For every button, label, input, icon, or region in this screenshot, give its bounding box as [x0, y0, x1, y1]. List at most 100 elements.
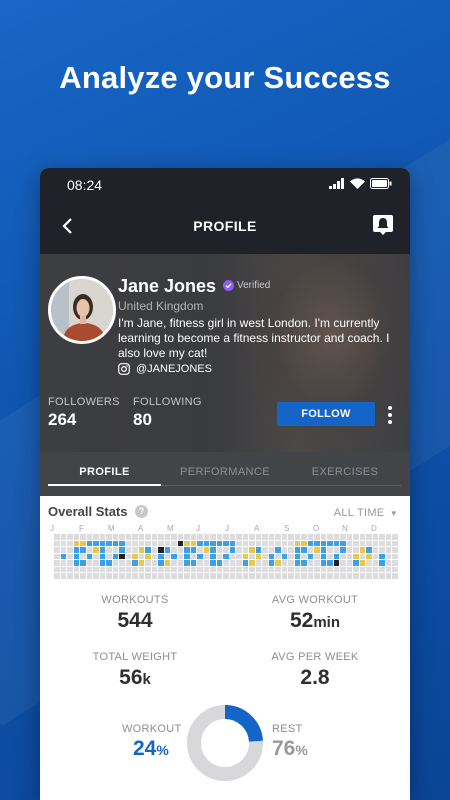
- heatmap-cell: [132, 560, 138, 566]
- heatmap-cell: [132, 534, 138, 540]
- heatmap-cell: [125, 540, 131, 546]
- heatmap-cell: [275, 534, 281, 540]
- heatmap-cell: [314, 547, 320, 553]
- heatmap-cell: [73, 534, 79, 540]
- heatmap-cell: [197, 573, 203, 579]
- time-range-label: ALL TIME: [333, 507, 385, 519]
- heatmap-cell: [86, 553, 92, 559]
- heatmap-cell: [275, 547, 281, 553]
- heatmap-cell: [190, 553, 196, 559]
- month-label: J: [225, 524, 229, 533]
- heatmap-cell: [340, 566, 346, 572]
- heatmap-cell: [132, 547, 138, 553]
- month-label: A: [254, 524, 260, 533]
- heatmap-cell: [281, 534, 287, 540]
- heatmap-cell: [203, 547, 209, 553]
- heatmap-cell: [145, 540, 151, 546]
- heatmap-cell: [190, 534, 196, 540]
- heatmap-cell: [281, 560, 287, 566]
- heatmap-cell: [314, 573, 320, 579]
- notification-bell-icon[interactable]: [372, 214, 394, 236]
- heatmap-cell: [190, 547, 196, 553]
- heatmap-cell: [99, 566, 105, 572]
- heatmap-cell: [67, 573, 73, 579]
- heatmap-cell: [255, 553, 261, 559]
- heatmap-cell: [112, 547, 118, 553]
- heatmap-cell: [275, 573, 281, 579]
- heatmap-cell: [366, 573, 372, 579]
- follow-button[interactable]: FOLLOW: [277, 402, 375, 426]
- page-title: PROFILE: [193, 218, 257, 234]
- heatmap-cell: [301, 547, 307, 553]
- heatmap-cell: [327, 573, 333, 579]
- instagram-link[interactable]: @JANEJONES: [118, 363, 212, 375]
- more-options-icon[interactable]: [386, 404, 394, 426]
- heatmap-cell: [67, 547, 73, 553]
- heatmap-cell: [164, 560, 170, 566]
- heatmap-cell: [236, 560, 242, 566]
- heatmap-cell: [112, 560, 118, 566]
- heatmap-cell: [184, 547, 190, 553]
- heatmap-cell: [184, 560, 190, 566]
- heatmap-cell: [80, 566, 86, 572]
- month-label: O: [313, 524, 320, 533]
- heatmap-cell: [54, 566, 60, 572]
- heatmap-cell: [281, 547, 287, 553]
- heatmap-cell: [151, 547, 157, 553]
- heatmap-cell: [177, 540, 183, 546]
- heatmap-cell: [197, 547, 203, 553]
- tab-exercises[interactable]: EXERCISES: [289, 466, 401, 478]
- heatmap-cell: [99, 553, 105, 559]
- heatmap-cell: [210, 547, 216, 553]
- heatmap-cell: [249, 553, 255, 559]
- followers-count[interactable]: 264: [48, 410, 76, 430]
- heatmap-cell: [177, 566, 183, 572]
- heatmap-cell: [171, 534, 177, 540]
- heatmap-cell: [268, 560, 274, 566]
- heatmap-cell: [145, 566, 151, 572]
- heatmap-cell: [385, 566, 391, 572]
- avg-workout-number: 52: [289, 609, 314, 632]
- heatmap-cell: [106, 553, 112, 559]
- heatmap-cell: [80, 560, 86, 566]
- heatmap-cell: [86, 534, 92, 540]
- heatmap-cell: [125, 566, 131, 572]
- heatmap-cell: [307, 566, 313, 572]
- heatmap-cell: [379, 553, 385, 559]
- heatmap-cell: [346, 560, 352, 566]
- heatmap-cell: [119, 566, 125, 572]
- heatmap-cell: [385, 560, 391, 566]
- heatmap-cell: [320, 553, 326, 559]
- tab-profile[interactable]: PROFILE: [48, 466, 161, 478]
- heatmap-cell: [275, 553, 281, 559]
- month-label: J: [50, 524, 54, 533]
- heatmap-cell: [138, 547, 144, 553]
- heatmap-cell: [372, 573, 378, 579]
- heatmap-cell: [320, 566, 326, 572]
- tab-performance[interactable]: PERFORMANCE: [161, 466, 289, 478]
- heatmap-cell: [184, 566, 190, 572]
- heatmap-cell: [203, 566, 209, 572]
- heatmap-cell: [379, 534, 385, 540]
- heatmap-cell: [164, 553, 170, 559]
- heatmap-cell: [229, 540, 235, 546]
- heatmap-cell: [138, 540, 144, 546]
- heatmap-cell: [327, 566, 333, 572]
- heatmap-cell: [294, 566, 300, 572]
- profile-name: Jane Jones: [118, 276, 217, 296]
- heatmap-cell: [392, 547, 398, 553]
- heatmap-cell: [203, 560, 209, 566]
- help-icon[interactable]: ?: [135, 505, 148, 518]
- time-range-dropdown[interactable]: ALL TIME ▼: [334, 507, 398, 519]
- heatmap-cell: [223, 560, 229, 566]
- heatmap-cell: [223, 566, 229, 572]
- month-label: J: [196, 524, 200, 533]
- overall-stats-section: Overall Stats ? ALL TIME ▼ JFMAMJJASOND …: [40, 496, 410, 800]
- following-count[interactable]: 80: [133, 410, 152, 430]
- heatmap-cell: [229, 566, 235, 572]
- heatmap-cell: [340, 540, 346, 546]
- following-label: FOLLOWING: [133, 396, 202, 408]
- heatmap-cell: [119, 560, 125, 566]
- heatmap-cell: [106, 560, 112, 566]
- heatmap-cell: [145, 547, 151, 553]
